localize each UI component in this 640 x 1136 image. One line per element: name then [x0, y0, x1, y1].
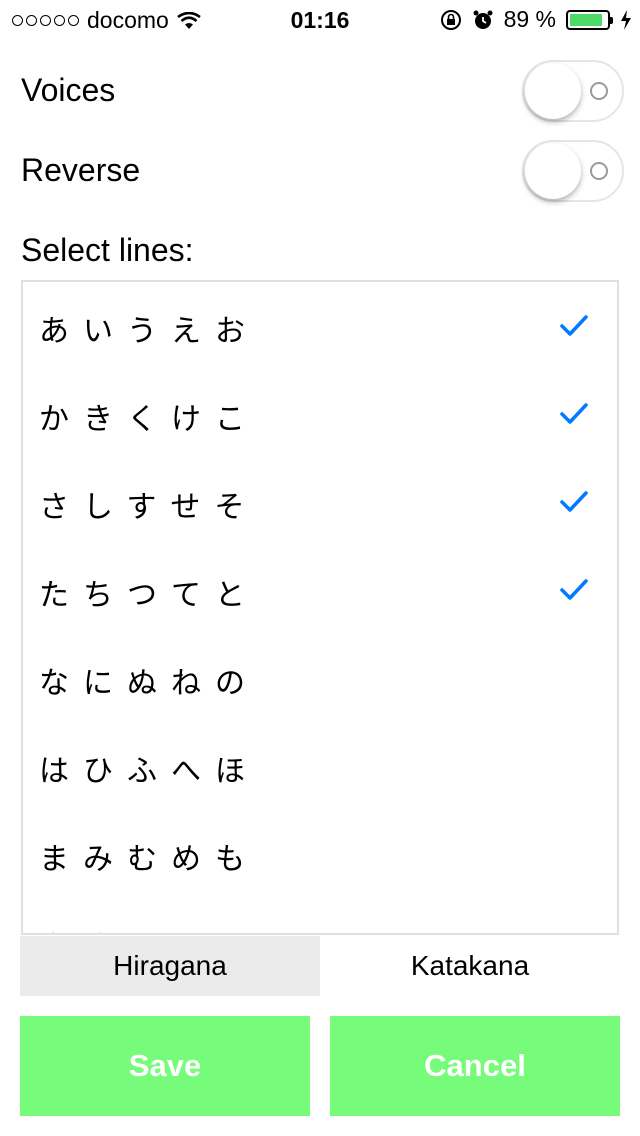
- voices-label: Voices: [21, 72, 116, 108]
- status-bar: docomo 01:16 89 %: [0, 0, 640, 40]
- reverse-label: Reverse: [21, 152, 141, 188]
- list-item[interactable]: まみむめも: [23, 810, 617, 898]
- list-item[interactable]: さしすせそ: [23, 458, 617, 546]
- list-item[interactable]: たちつてと: [23, 546, 617, 634]
- reverse-toggle[interactable]: [522, 140, 624, 202]
- line-label: まみむめも: [39, 842, 259, 877]
- list-item[interactable]: かきくけこ: [23, 370, 617, 458]
- list-item[interactable]: はひふへほ: [23, 722, 617, 810]
- charging-bolt-icon: [621, 9, 631, 30]
- line-label: かきくけこ: [39, 402, 259, 437]
- list-item[interactable]: あいうえお: [23, 282, 617, 370]
- line-label: なにぬねの: [39, 666, 259, 701]
- toggle-knob: [525, 63, 581, 119]
- checkmark-icon: [560, 403, 588, 424]
- cancel-button[interactable]: Cancel: [330, 1016, 620, 1116]
- orientation-lock-icon: [440, 9, 461, 30]
- line-label: やゆよ: [39, 922, 171, 933]
- list-item[interactable]: やゆよ: [23, 898, 617, 933]
- line-label: はひふへほ: [39, 754, 259, 789]
- battery-icon: [566, 9, 613, 30]
- lines-list[interactable]: あいうえおかきくけこさしすせそたちつてとなにぬねのはひふへほまみむめもやゆよ: [21, 280, 619, 935]
- battery-level: [570, 13, 603, 26]
- tab-hiragana[interactable]: Hiragana: [20, 936, 320, 996]
- voices-toggle[interactable]: [522, 60, 624, 122]
- status-right: 89 %: [440, 6, 632, 33]
- toggle-off-indicator: [590, 162, 608, 180]
- battery-percent: 89 %: [503, 6, 556, 32]
- checkmark-icon: [560, 315, 588, 336]
- line-label: さしすせそ: [39, 490, 259, 525]
- list-item[interactable]: なにぬねの: [23, 634, 617, 722]
- checkmark-icon: [560, 579, 588, 600]
- line-label: たちつてと: [39, 578, 259, 613]
- toggle-off-indicator: [590, 82, 608, 100]
- checkmark-icon: [560, 491, 588, 512]
- select-lines-label: Select lines:: [21, 232, 194, 268]
- line-label: あいうえお: [39, 314, 259, 349]
- alarm-icon: [473, 10, 493, 29]
- save-button[interactable]: Save: [20, 1016, 310, 1116]
- tab-katakana[interactable]: Katakana: [320, 936, 620, 996]
- toggle-knob: [525, 143, 581, 199]
